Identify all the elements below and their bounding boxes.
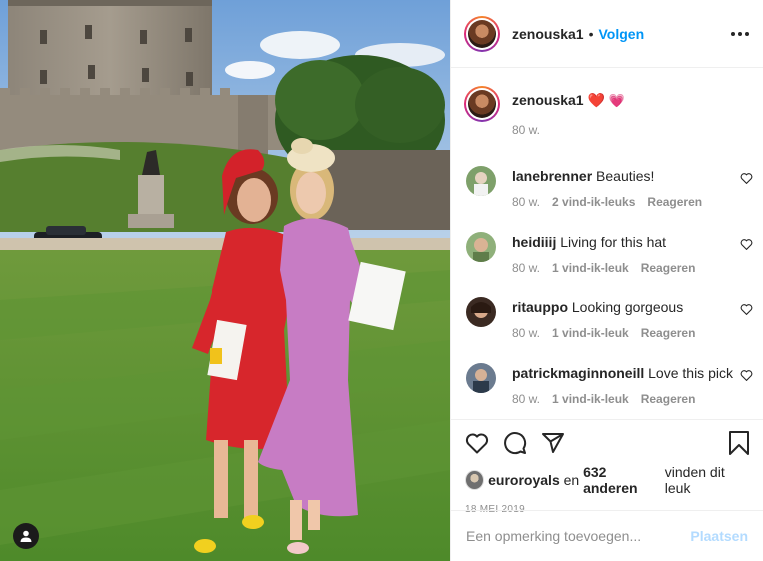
comment-like-heart-icon[interactable] — [740, 172, 753, 184]
liker-username[interactable]: euroroyals — [488, 472, 560, 488]
comment-age[interactable]: 80 w. — [512, 326, 540, 340]
comment-age[interactable]: 80 w. — [512, 195, 540, 209]
bookmark-icon[interactable] — [728, 431, 750, 455]
caption-username[interactable]: zenouska1 — [512, 92, 584, 108]
post-side-panel: zenouska1 • Volgen zenouska1 ❤️ 💗 80 w. — [450, 0, 763, 561]
commenter-avatar[interactable] — [466, 231, 496, 262]
comment-username[interactable]: ritauppo — [512, 299, 568, 315]
red-heart-emoji: ❤️ — [587, 92, 605, 108]
author-avatar[interactable] — [464, 15, 500, 52]
comment-item: lanebrenner Beauties! 80 w. 2 vind-ik-le… — [451, 149, 763, 215]
comment-username[interactable]: patrickmaginnoneill — [512, 365, 644, 381]
reply-button[interactable]: Reageren — [641, 261, 696, 275]
post-actions: euroroyals en 632 anderen vinden dit leu… — [451, 419, 763, 515]
post-header: zenouska1 • Volgen — [451, 0, 763, 68]
likes-summary[interactable]: euroroyals en 632 anderen vinden dit leu… — [465, 464, 750, 496]
comment-likes[interactable]: 1 vind-ik-leuk — [552, 261, 629, 275]
caption-avatar[interactable] — [464, 86, 500, 122]
comment-username[interactable]: lanebrenner — [512, 168, 592, 184]
comment-likes[interactable]: 1 vind-ik-leuk — [552, 392, 629, 406]
comment-text: Beauties! — [596, 168, 655, 184]
comments-list[interactable]: zenouska1 ❤️ 💗 80 w. lanebrenner Beautie… — [451, 69, 763, 419]
comment-likes[interactable]: 2 vind-ik-leuks — [552, 195, 635, 209]
comment-text: Living for this hat — [560, 233, 667, 250]
liker-avatar[interactable] — [465, 470, 485, 490]
comment-like-heart-icon[interactable] — [740, 369, 753, 381]
reply-button[interactable]: Reageren — [641, 326, 696, 340]
caption-age: 80 w. — [512, 123, 541, 137]
comment-item: heidiiij Living for this hat 80 w. 1 vin… — [451, 215, 763, 281]
comment-age[interactable]: 80 w. — [512, 392, 540, 406]
likes-count[interactable]: 632 anderen — [583, 464, 661, 496]
author-username[interactable]: zenouska1 — [512, 26, 584, 42]
heart-icon[interactable] — [465, 432, 489, 454]
likes-suffix: vinden dit leuk — [664, 464, 725, 496]
photo-scene — [0, 0, 450, 561]
comment-like-heart-icon[interactable] — [740, 238, 753, 250]
post-photo[interactable] — [0, 0, 450, 561]
commenter-avatar[interactable] — [466, 362, 496, 393]
comment-username[interactable]: heidiiij — [512, 234, 556, 250]
commenter-avatar[interactable] — [466, 166, 496, 196]
comment-age[interactable]: 80 w. — [512, 261, 540, 275]
user-tag-icon[interactable] — [13, 523, 39, 549]
share-icon[interactable] — [541, 431, 565, 455]
reply-button[interactable]: Reageren — [647, 195, 702, 209]
comment-item: ritauppo Looking gorgeous 80 w. 1 vind-i… — [451, 280, 763, 346]
comment-text: Love this pick — [648, 364, 733, 381]
reply-button[interactable]: Reageren — [641, 392, 696, 406]
comment-text: Looking gorgeous — [571, 299, 684, 315]
comment-likes[interactable]: 1 vind-ik-leuk — [552, 326, 629, 340]
more-horizontal-icon[interactable] — [731, 24, 749, 44]
follow-button[interactable]: Volgen — [599, 26, 645, 42]
commenter-avatar[interactable] — [466, 297, 496, 327]
pink-heart-emoji: 💗 — [608, 93, 625, 108]
likes-joiner: en — [563, 472, 580, 488]
comment-item: patrickmaginnoneill Love this pick 80 w.… — [451, 346, 763, 412]
add-comment-bar: Plaatsen — [451, 510, 763, 561]
caption: zenouska1 ❤️ 💗 80 w. — [451, 69, 763, 149]
header-separator: • — [588, 25, 594, 42]
comment-like-heart-icon[interactable] — [740, 303, 753, 315]
comment-icon[interactable] — [503, 431, 527, 455]
post-comment-button[interactable]: Plaatsen — [690, 528, 748, 544]
comment-input[interactable] — [466, 528, 691, 544]
